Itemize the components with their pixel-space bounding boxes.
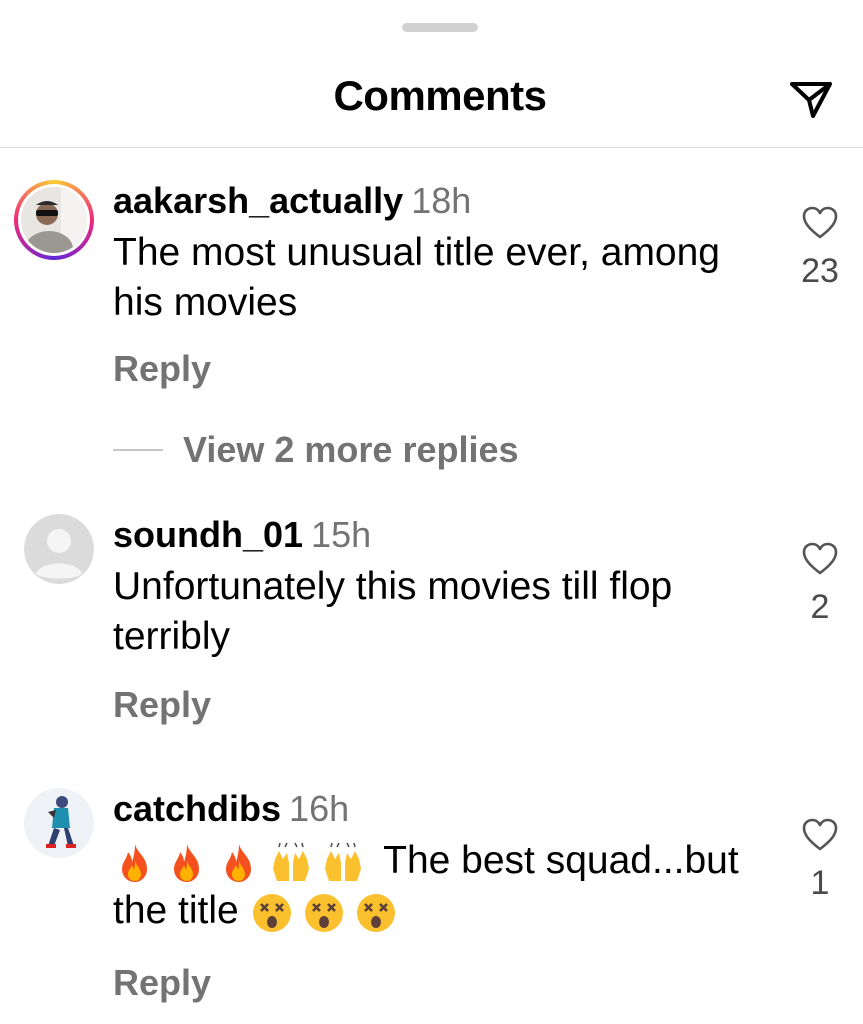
avatar-photo	[24, 788, 94, 858]
avatar[interactable]	[24, 514, 94, 584]
raising-hands-emoji	[321, 841, 365, 885]
like-count: 2	[810, 588, 830, 626]
comments-sheet: Comments aakarsh_actually 18h The most u…	[0, 0, 863, 1024]
sheet-title: Comments	[333, 72, 547, 119]
dizzy-face-emoji	[354, 891, 398, 935]
fire-emoji	[165, 841, 209, 885]
comment-time: 16h	[289, 788, 350, 829]
comment-username[interactable]: soundh_01	[113, 514, 303, 555]
thread-line	[113, 449, 163, 451]
comment-text: The best squad...but the title	[113, 836, 773, 936]
dizzy-face-emoji	[302, 891, 346, 935]
send-icon[interactable]	[787, 76, 835, 122]
default-avatar-icon	[24, 514, 94, 584]
sheet-grabber[interactable]	[402, 23, 478, 32]
reply-button[interactable]: Reply	[113, 348, 211, 390]
comment-text: Unfortunately this movies till flop terr…	[113, 565, 673, 658]
fire-emoji	[113, 841, 157, 885]
raising-hands-emoji	[269, 841, 313, 885]
reply-button[interactable]: Reply	[113, 684, 211, 726]
like-count: 23	[801, 252, 839, 290]
comment-time: 18h	[411, 180, 472, 221]
heart-icon[interactable]	[802, 206, 838, 240]
heart-icon[interactable]	[802, 818, 838, 852]
heart-icon[interactable]	[802, 542, 838, 576]
avatar[interactable]	[24, 788, 94, 858]
avatar[interactable]	[14, 180, 94, 260]
fire-emoji	[217, 841, 261, 885]
view-more-replies[interactable]: View 2 more replies	[113, 427, 519, 473]
comment-username[interactable]: catchdibs	[113, 788, 281, 829]
comment-text: The most unusual title ever, among his m…	[113, 231, 720, 324]
view-more-replies-label: View 2 more replies	[183, 429, 519, 470]
like-control: 2	[790, 542, 850, 627]
avatar-photo	[21, 187, 87, 253]
dizzy-face-emoji	[250, 891, 294, 935]
like-control: 1	[790, 818, 850, 903]
reply-button[interactable]: Reply	[113, 962, 211, 1004]
comment-time: 15h	[311, 514, 372, 555]
comment-username[interactable]: aakarsh_actually	[113, 180, 403, 221]
like-control: 23	[790, 206, 850, 291]
like-count: 1	[810, 864, 830, 902]
header-divider	[0, 147, 863, 148]
